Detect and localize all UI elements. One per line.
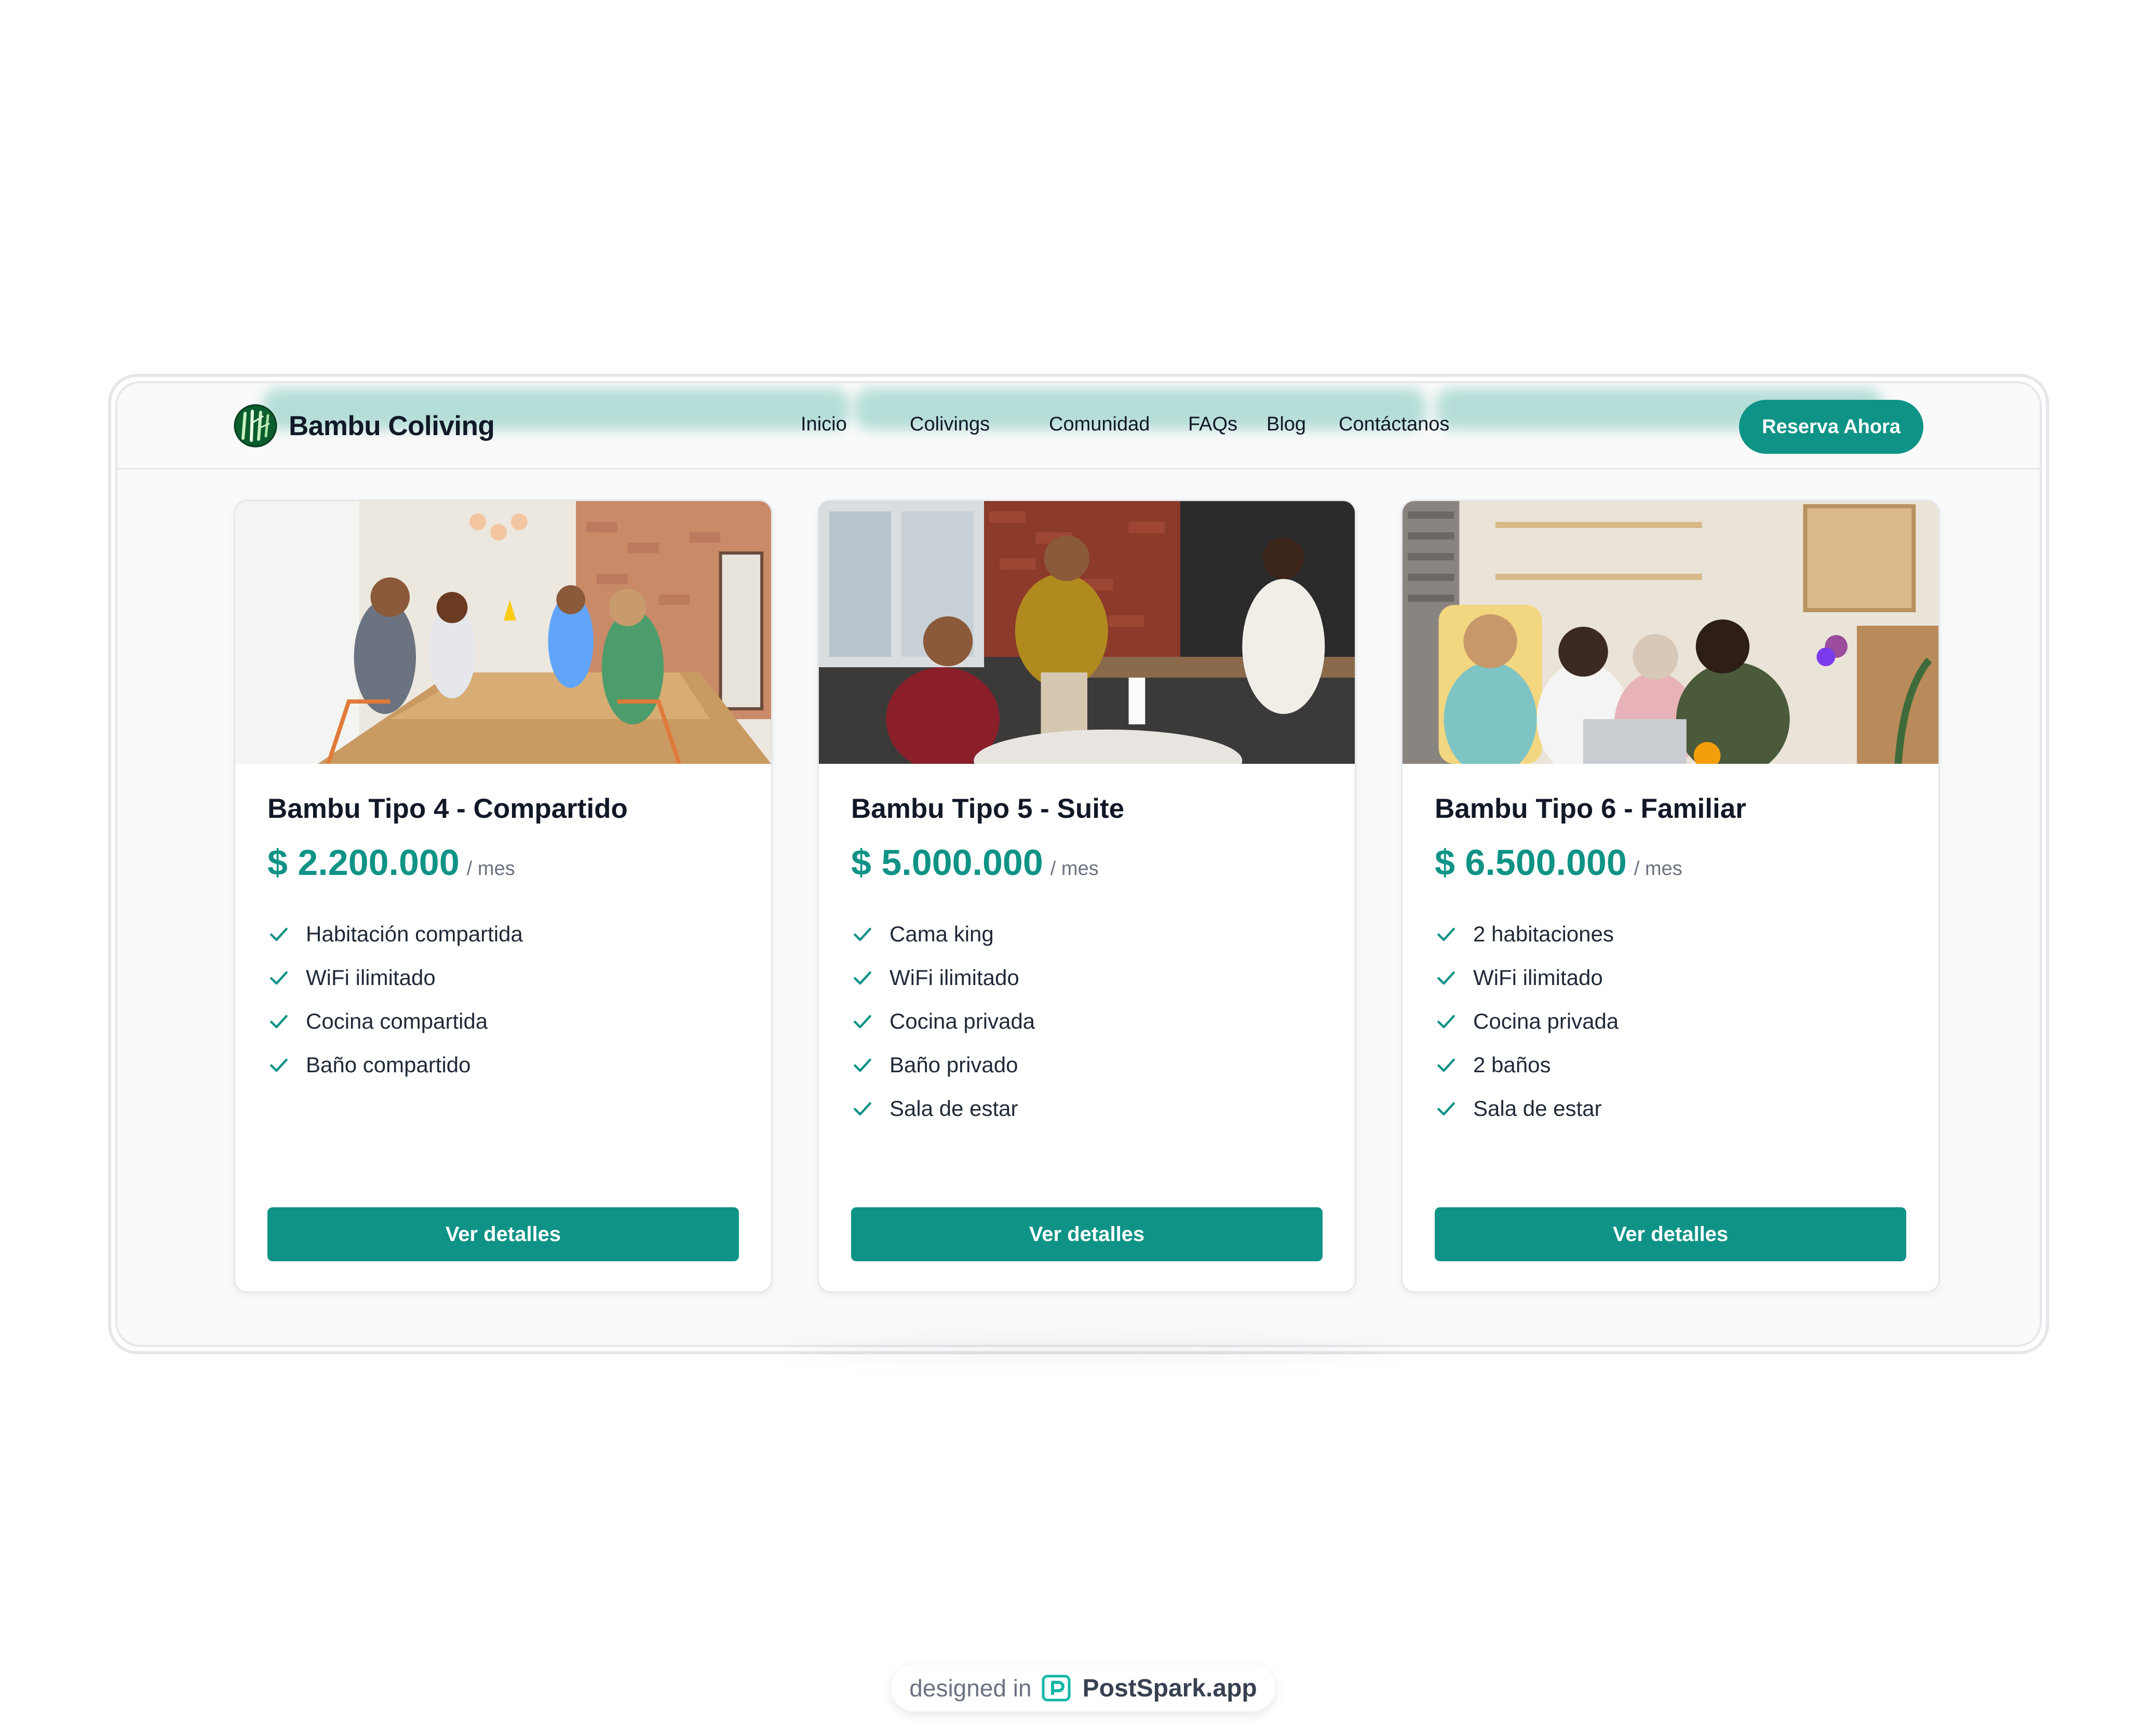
credit-prefix: designed in [909,1675,1032,1702]
check-icon [854,927,871,941]
feature-list: Habitación compartida WiFi ilimitado Coc… [267,912,523,1087]
check-icon [270,927,288,941]
feature-item: 2 baños [1435,1043,1619,1087]
feature-item: Sala de estar [1435,1087,1619,1130]
postspark-icon [1042,1675,1071,1702]
plan-body: Bambu Tipo 4 - Compartido $ 2.200.000 / … [267,764,739,1291]
nav-link-faqs[interactable]: FAQs [1188,413,1237,436]
check-icon [854,1015,871,1029]
feature-label: Baño privado [890,1053,1018,1077]
plan-card: Bambu Tipo 5 - Suite $ 5.000.000 / mes C… [817,500,1356,1293]
check-icon [270,1058,288,1072]
feature-label: WiFi ilimitado [890,965,1019,990]
feature-label: 2 habitaciones [1473,922,1614,946]
plan-card: Bambu Tipo 4 - Compartido $ 2.200.000 / … [234,500,773,1293]
plan-price: $ 2.200.000 [267,842,460,883]
plan-photo [235,501,771,764]
navbar: Bambu Coliving Inicio Colivings Comunida… [117,383,2040,469]
feature-item: Cocina privada [1435,1000,1619,1043]
feature-label: WiFi ilimitado [306,965,436,990]
window-shadow [779,1342,1402,1358]
feature-item: Habitación compartida [267,912,523,956]
check-icon [270,971,288,985]
price-row: $ 5.000.000 / mes [851,842,1099,883]
feature-label: 2 baños [1473,1053,1551,1077]
view-details-button[interactable]: Ver detalles [267,1207,739,1261]
nav-link-colivings[interactable]: Colivings [910,413,990,436]
feature-item: Cocina compartida [267,1000,523,1043]
feature-item: WiFi ilimitado [1435,956,1619,1000]
check-icon [854,971,871,985]
check-icon [1437,1015,1455,1029]
feature-label: Habitación compartida [306,922,523,946]
check-icon [270,1015,288,1029]
feature-list: 2 habitaciones WiFi ilimitado Cocina pri… [1435,912,1619,1130]
price-row: $ 2.200.000 / mes [267,842,515,883]
browser-frame: Bambu Coliving Inicio Colivings Comunida… [108,374,2049,1354]
plan-photo [819,501,1355,764]
plan-price: $ 6.500.000 [1435,842,1627,883]
price-period: / mes [466,858,515,880]
feature-item: Cama king [851,912,1035,956]
nav-link-contactanos[interactable]: Contáctanos [1339,413,1449,436]
feature-label: Cocina privada [1473,1009,1619,1033]
feature-label: Baño compartido [306,1053,471,1077]
plan-body: Bambu Tipo 5 - Suite $ 5.000.000 / mes C… [851,764,1323,1291]
reserve-now-button[interactable]: Reserva Ahora [1739,400,1923,454]
plans-grid: Bambu Tipo 4 - Compartido $ 2.200.000 / … [234,500,1940,1293]
feature-item: WiFi ilimitado [267,956,523,1000]
credit-brand: PostSpark.app [1082,1674,1257,1702]
feature-item: Baño privado [851,1043,1035,1087]
app-window: Bambu Coliving Inicio Colivings Comunida… [115,381,2042,1347]
view-details-button[interactable]: Ver detalles [1435,1207,1906,1261]
nav-link-inicio[interactable]: Inicio [801,413,847,436]
feature-label: WiFi ilimitado [1473,965,1603,990]
check-icon [854,1102,871,1116]
check-icon [1437,1058,1455,1072]
price-row: $ 6.500.000 / mes [1435,842,1682,883]
feature-item: WiFi ilimitado [851,956,1035,1000]
feature-label: Sala de estar [890,1096,1018,1121]
nav-link-blog[interactable]: Blog [1266,413,1306,436]
feature-item: Baño compartido [267,1043,523,1087]
plan-photo [1403,501,1938,764]
check-icon [854,1058,871,1072]
plan-body: Bambu Tipo 6 - Familiar $ 6.500.000 / me… [1435,764,1906,1291]
check-icon [1437,1102,1455,1116]
plan-title: Bambu Tipo 4 - Compartido [267,793,628,824]
feature-list: Cama king WiFi ilimitado Cocina privada … [851,912,1035,1130]
postspark-credit-badge[interactable]: designed in PostSpark.app [891,1665,1275,1711]
price-period: / mes [1050,858,1099,880]
nav-link-comunidad[interactable]: Comunidad [1049,413,1150,436]
plan-title: Bambu Tipo 6 - Familiar [1435,793,1746,824]
price-period: / mes [1634,858,1682,880]
feature-label: Cocina compartida [306,1009,488,1033]
check-icon [1437,971,1455,985]
feature-item: 2 habitaciones [1435,912,1619,956]
feature-item: Cocina privada [851,1000,1035,1043]
plan-price: $ 5.000.000 [851,842,1043,883]
feature-item: Sala de estar [851,1087,1035,1130]
feature-label: Sala de estar [1473,1096,1602,1121]
feature-label: Cama king [890,922,994,946]
view-details-button[interactable]: Ver detalles [851,1207,1323,1261]
check-icon [1437,927,1455,941]
plan-title: Bambu Tipo 5 - Suite [851,793,1125,824]
plan-card: Bambu Tipo 6 - Familiar $ 6.500.000 / me… [1401,500,1940,1293]
feature-label: Cocina privada [890,1009,1035,1033]
